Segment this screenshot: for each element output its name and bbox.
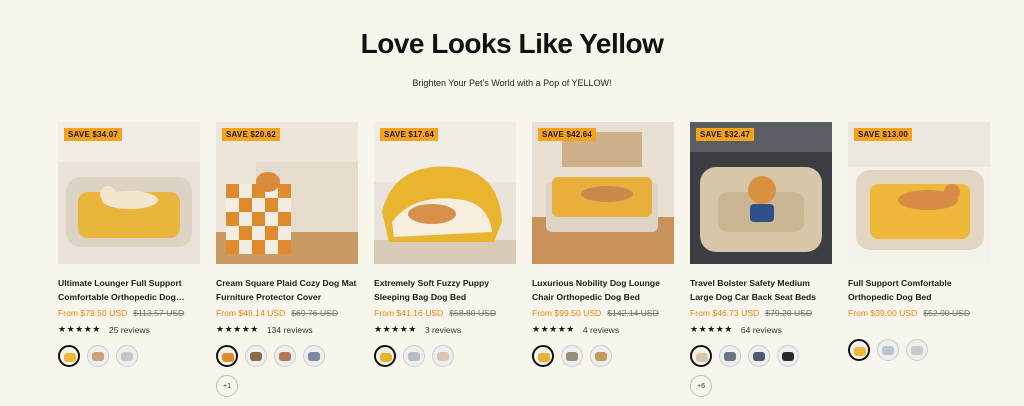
color-swatches [374,345,516,367]
product-price: From $99.50 USD $142.14 USD [532,307,674,319]
product-price: From $79.50 USD $113.57 USD [58,307,200,319]
color-swatches [848,339,990,361]
sale-price: From $46.73 USD [690,308,760,318]
color-swatch[interactable] [590,345,612,367]
product-image[interactable]: SAVE $13.00 [848,122,990,264]
color-swatches [58,345,200,367]
product-name[interactable]: Full Support Comfortable Orthopedic Dog … [848,276,990,304]
page-subtitle: Brighten Your Pet’s World with a Pop of … [412,78,612,88]
color-swatch[interactable] [303,345,325,367]
color-swatch[interactable] [906,339,928,361]
color-swatches [216,345,358,367]
product-rating: ★★★★★ 134 reviews [216,324,358,335]
sale-price: From $41.16 USD [374,308,444,318]
product-rating [848,324,990,334]
product-image[interactable]: SAVE $20.62 [216,122,358,264]
original-price: $69.76 USD [291,308,339,318]
color-swatch[interactable] [245,345,267,367]
color-swatch[interactable] [432,345,454,367]
product-price: From $41.16 USD $58.80 USD [374,307,516,319]
color-swatch[interactable] [719,345,741,367]
product-name[interactable]: Ultimate Lounger Full Support Comfortabl… [58,276,200,304]
review-count[interactable]: 134 reviews [267,325,313,335]
product-name[interactable]: Extremely Soft Fuzzy Puppy Sleeping Bag … [374,276,516,304]
product-rating: ★★★★★ 3 reviews [374,324,516,335]
product-card[interactable]: SAVE $32.47 Travel Bolster Safety Medium… [690,122,832,397]
product-card[interactable]: SAVE $42.64 Luxurious Nobility Dog Loung… [532,122,674,367]
product-price: From $39.00 USD $52.00 USD [848,307,990,319]
product-name[interactable]: Cream Square Plaid Cozy Dog Mat Furnitur… [216,276,358,304]
product-grid: SAVE $34.07 Ultimate Lounger Full Suppor… [58,122,993,406]
color-swatch[interactable] [216,345,238,367]
review-count[interactable]: 64 reviews [741,325,782,335]
product-rating: ★★★★★ 25 reviews [58,324,200,335]
product-price: From $46.73 USD $79.20 USD [690,307,832,319]
more-swatches-button[interactable]: +6 [690,375,712,397]
color-swatch[interactable] [748,345,770,367]
review-count[interactable]: 4 reviews [583,325,619,335]
star-rating: ★★★★★ [216,324,259,334]
save-badge: SAVE $20.62 [222,128,281,141]
save-badge: SAVE $17.64 [380,128,439,141]
product-image[interactable]: SAVE $34.07 [58,122,200,264]
color-swatch[interactable] [403,345,425,367]
original-price: $79.20 USD [765,308,813,318]
color-swatch[interactable] [877,339,899,361]
sale-price: From $39.00 USD [848,308,918,318]
product-name[interactable]: Luxurious Nobility Dog Lounge Chair Orth… [532,276,674,304]
review-count[interactable]: 3 reviews [425,325,461,335]
star-rating: ★★★★★ [532,324,575,334]
save-badge: SAVE $34.07 [64,128,123,141]
save-badge: SAVE $32.47 [696,128,755,141]
product-card[interactable]: SAVE $34.07 Ultimate Lounger Full Suppor… [58,122,200,367]
color-swatch[interactable] [777,345,799,367]
color-swatch[interactable] [561,345,583,367]
review-count[interactable]: 25 reviews [109,325,150,335]
more-swatches-button[interactable]: +1 [216,375,238,397]
color-swatch[interactable] [690,345,712,367]
original-price: $113.57 USD [133,308,185,318]
color-swatches [532,345,674,367]
sale-price: From $79.50 USD [58,308,128,318]
product-card[interactable]: SAVE $17.64 Extremely Soft Fuzzy Puppy S… [374,122,516,367]
original-price: $52.00 USD [923,308,971,318]
product-card[interactable]: SAVE $20.62 Cream Square Plaid Cozy Dog … [216,122,358,397]
color-swatch[interactable] [116,345,138,367]
product-name[interactable]: Travel Bolster Safety Medium Large Dog C… [690,276,832,304]
color-swatch[interactable] [58,345,80,367]
product-image[interactable]: SAVE $32.47 [690,122,832,264]
product-rating: ★★★★★ 64 reviews [690,324,832,335]
save-badge: SAVE $42.64 [538,128,597,141]
product-image[interactable]: SAVE $42.64 [532,122,674,264]
star-rating: ★★★★★ [690,324,733,334]
color-swatch[interactable] [848,339,870,361]
save-badge: SAVE $13.00 [854,128,913,141]
sale-price: From $49.14 USD [216,308,286,318]
page-title: Love Looks Like Yellow [360,28,664,59]
sale-price: From $99.50 USD [532,308,602,318]
original-price: $58.80 USD [449,308,497,318]
product-image[interactable]: SAVE $17.64 [374,122,516,264]
original-price: $142.14 USD [607,308,659,318]
star-rating: ★★★★★ [58,324,101,334]
color-swatch[interactable] [532,345,554,367]
product-card[interactable]: SAVE $13.00 Full Support Comfortable Ort… [848,122,990,361]
color-swatches [690,345,832,367]
product-rating: ★★★★★ 4 reviews [532,324,674,335]
star-rating: ★★★★★ [374,324,417,334]
color-swatch[interactable] [274,345,296,367]
color-swatch[interactable] [374,345,396,367]
product-price: From $49.14 USD $69.76 USD [216,307,358,319]
color-swatch[interactable] [87,345,109,367]
